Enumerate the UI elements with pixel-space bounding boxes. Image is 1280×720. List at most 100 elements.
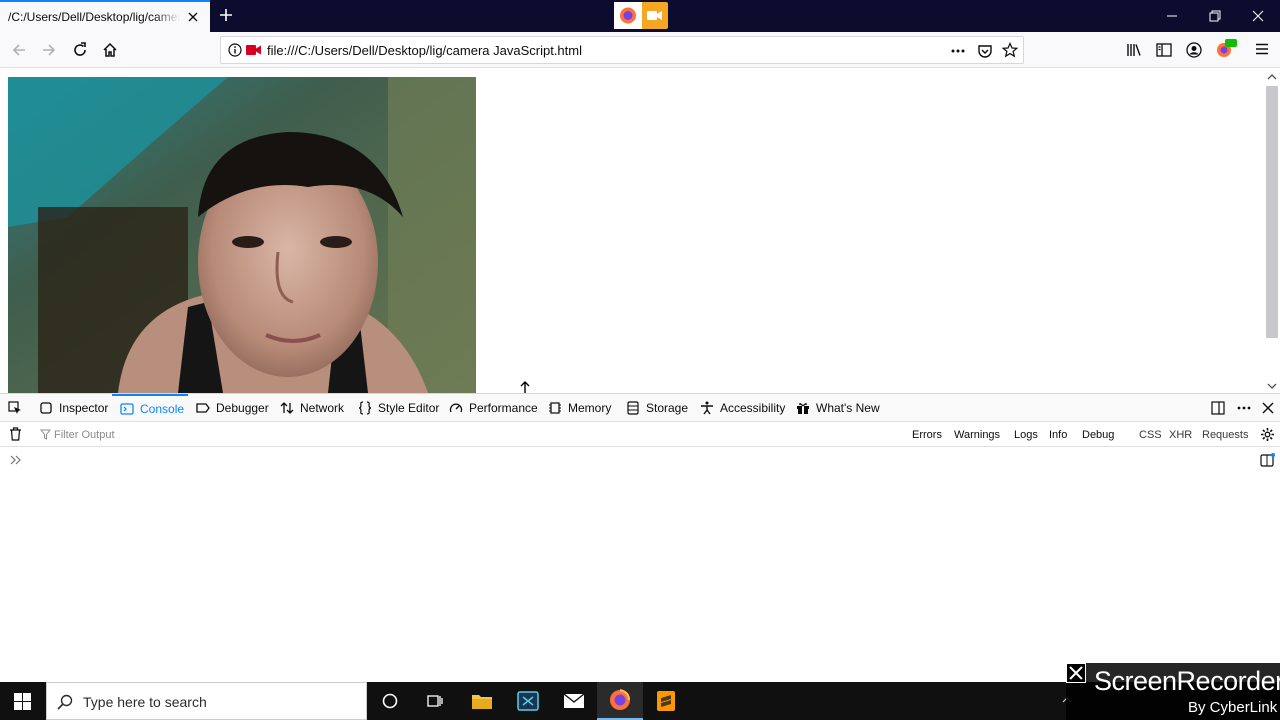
- more-options-icon[interactable]: [1236, 401, 1252, 415]
- mail-button[interactable]: [551, 682, 597, 720]
- screen-recorder-icon: [517, 691, 539, 711]
- webcam-video[interactable]: [8, 77, 476, 393]
- tab-debugger[interactable]: Debugger: [196, 394, 269, 422]
- minimize-icon[interactable]: [1164, 8, 1180, 24]
- dock-icon[interactable]: [1211, 401, 1225, 415]
- task-view-button[interactable]: [412, 682, 458, 720]
- pocket-icon[interactable]: [977, 43, 993, 59]
- menu-icon[interactable]: [1254, 41, 1270, 57]
- search-placeholder: Type here to search: [83, 694, 207, 710]
- settings-gear-icon[interactable]: [1260, 427, 1275, 442]
- trash-icon[interactable]: [9, 427, 22, 441]
- filter-info[interactable]: Info: [1049, 429, 1067, 441]
- tab-label-performance: Performance: [469, 401, 538, 415]
- tab-performance[interactable]: Performance: [449, 394, 538, 422]
- folder-icon: [471, 692, 493, 710]
- sublime-text-button[interactable]: [643, 682, 689, 720]
- console-icon: [120, 402, 134, 416]
- watermark-close-icon[interactable]: [1066, 663, 1086, 683]
- storage-icon: [626, 401, 640, 415]
- debugger-icon: [196, 401, 210, 415]
- filter-errors[interactable]: Errors: [912, 429, 942, 441]
- devtools-panel: Inspector Console Debugger Network Style…: [0, 393, 1280, 682]
- tab-label-whats-new: What's New: [816, 401, 880, 415]
- tab-label-accessibility: Accessibility: [720, 401, 786, 415]
- tab-network[interactable]: Network: [280, 394, 344, 422]
- scroll-up-icon[interactable]: [1267, 73, 1277, 81]
- tab-label-inspector: Inspector: [59, 401, 109, 415]
- info-icon[interactable]: [228, 43, 242, 57]
- cortana-button[interactable]: [367, 682, 413, 720]
- gift-icon: [796, 401, 810, 415]
- tab-label-style-editor: Style Editor: [378, 401, 440, 415]
- forward-icon[interactable]: [40, 41, 58, 59]
- editor-mode-icon[interactable]: [1260, 453, 1275, 467]
- title-bar: /C:/Users/Dell/Desktop/lig/camera JavaSc…: [0, 0, 1280, 32]
- restore-icon[interactable]: [1207, 8, 1223, 24]
- tab-console[interactable]: Console: [112, 394, 188, 422]
- taskbar-search-box[interactable]: Type here to search: [46, 682, 367, 720]
- tab-label-console: Console: [140, 402, 185, 416]
- devtools-tabbar: Inspector Console Debugger Network Style…: [0, 394, 1280, 422]
- style-editor-icon: [358, 401, 372, 415]
- network-icon: [280, 401, 294, 415]
- accessibility-icon: [700, 401, 714, 415]
- bookmark-star-icon[interactable]: [1002, 42, 1018, 58]
- camera-permission-icon[interactable]: [246, 44, 262, 56]
- firefox-taskbar-button[interactable]: [597, 682, 643, 720]
- url-bar[interactable]: file:///C:/Users/Dell/Desktop/lig/camera…: [220, 36, 1024, 64]
- watermark-title: ScreenRecorder: [1094, 666, 1280, 696]
- filter-debug[interactable]: Debug: [1082, 429, 1114, 441]
- filter-warnings[interactable]: Warnings: [954, 429, 1000, 441]
- close-devtools-icon[interactable]: [1261, 401, 1275, 415]
- extension-icon[interactable]: [1215, 39, 1237, 59]
- home-icon[interactable]: [101, 41, 119, 59]
- windows-start-icon[interactable]: [14, 693, 31, 710]
- navigation-toolbar: file:///C:/Users/Dell/Desktop/lig/camera…: [0, 32, 1280, 68]
- inspector-icon: [39, 401, 53, 415]
- tab-style-editor[interactable]: Style Editor: [358, 394, 439, 422]
- url-text: file:///C:/Users/Dell/Desktop/lig/camera…: [267, 43, 582, 58]
- firefox-taskbar-icon: [609, 689, 631, 711]
- console-filter-bar: Errors Warnings Logs Info Debug CSS XHR …: [0, 422, 1280, 447]
- element-picker-icon[interactable]: [8, 401, 22, 415]
- camera-icon: [647, 9, 663, 22]
- library-icon[interactable]: [1125, 41, 1143, 59]
- tab-storage[interactable]: Storage: [626, 394, 688, 422]
- tab-label-network: Network: [300, 401, 345, 415]
- filter-output-input[interactable]: [36, 426, 416, 444]
- memory-icon: [548, 401, 562, 415]
- close-window-icon[interactable]: [1250, 8, 1266, 24]
- filter-logs[interactable]: Logs: [1014, 429, 1038, 441]
- cortana-icon: [382, 693, 398, 709]
- tab-inspector[interactable]: Inspector: [39, 394, 108, 422]
- scroll-down-icon[interactable]: [1267, 382, 1277, 390]
- tab-memory[interactable]: Memory: [548, 394, 611, 422]
- sidebar-icon[interactable]: [1155, 41, 1173, 59]
- account-icon[interactable]: [1185, 41, 1203, 59]
- search-icon: [57, 694, 73, 710]
- filter-requests[interactable]: Requests: [1202, 429, 1248, 441]
- reload-icon[interactable]: [71, 41, 89, 59]
- tab-accessibility[interactable]: Accessibility: [700, 394, 785, 422]
- performance-icon: [449, 401, 463, 415]
- tab-whats-new[interactable]: What's New: [796, 394, 880, 422]
- tab-title: /C:/Users/Dell/Desktop/lig/camera JavaSc…: [8, 10, 180, 24]
- browser-tab[interactable]: /C:/Users/Dell/Desktop/lig/camera JavaSc…: [0, 0, 210, 32]
- sublime-text-icon: [657, 691, 675, 711]
- new-tab-icon[interactable]: [218, 7, 234, 23]
- page-content: [0, 69, 1264, 393]
- screen-recorder-app-button[interactable]: [505, 682, 551, 720]
- filter-css[interactable]: CSS: [1139, 429, 1162, 441]
- mail-icon: [563, 693, 585, 709]
- page-actions-icon[interactable]: [950, 43, 966, 59]
- filter-xhr[interactable]: XHR: [1169, 429, 1192, 441]
- back-icon[interactable]: [10, 41, 28, 59]
- console-prompt-icon: [10, 455, 22, 465]
- sharing-indicator[interactable]: [614, 2, 668, 29]
- file-explorer-button[interactable]: [459, 682, 505, 720]
- scroll-thumb[interactable]: [1266, 86, 1278, 338]
- console-input[interactable]: [28, 450, 1228, 470]
- close-tab-icon[interactable]: [186, 10, 200, 24]
- tab-label-storage: Storage: [646, 401, 689, 415]
